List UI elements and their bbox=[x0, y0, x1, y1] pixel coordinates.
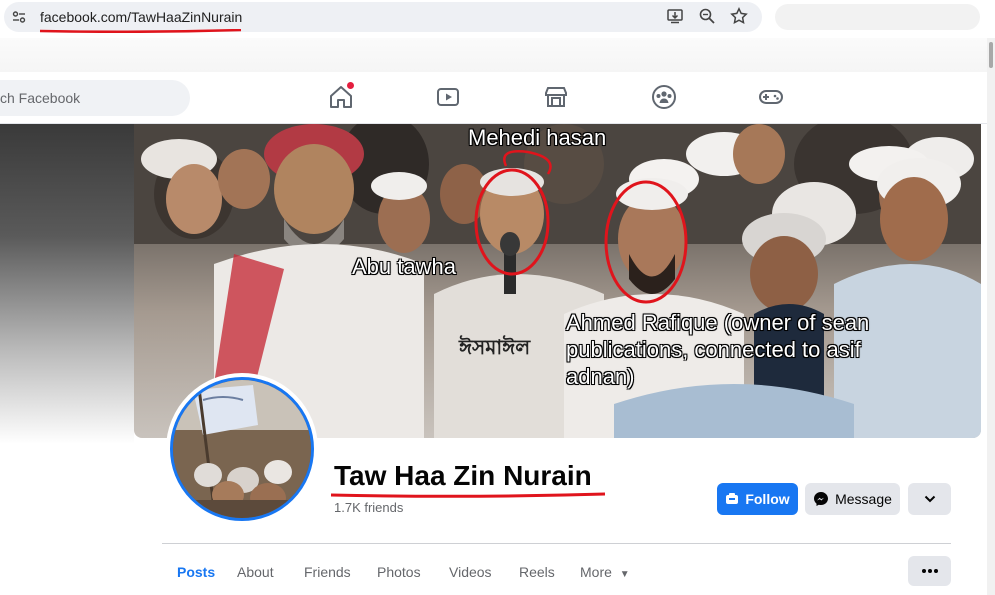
message-label: Message bbox=[835, 491, 892, 507]
address-bar[interactable]: facebook.com/TawHaaZinNurain bbox=[4, 2, 762, 33]
tab-posts[interactable]: Posts bbox=[177, 564, 215, 580]
name-red-underline bbox=[331, 492, 605, 498]
cover-side-shade bbox=[0, 124, 134, 444]
annotation-ahmed-line3: adnan) bbox=[566, 364, 635, 389]
search-input[interactable]: ch Facebook bbox=[0, 80, 190, 116]
zoom-icon[interactable] bbox=[698, 7, 716, 25]
tab-more[interactable]: More ▼ bbox=[580, 564, 630, 580]
tab-reels[interactable]: Reels bbox=[519, 564, 555, 580]
install-app-icon[interactable] bbox=[666, 7, 684, 25]
groups-icon[interactable] bbox=[651, 84, 677, 110]
tab-about[interactable]: About bbox=[237, 564, 274, 580]
ellipsis-icon bbox=[921, 569, 938, 573]
messenger-icon bbox=[814, 492, 829, 506]
follow-label: Follow bbox=[745, 491, 790, 507]
annotation-abu: Abu tawha bbox=[352, 254, 456, 279]
follow-icon bbox=[726, 493, 739, 504]
notification-dot bbox=[347, 82, 354, 89]
message-button[interactable]: Message bbox=[805, 483, 900, 515]
friend-count[interactable]: 1.7K friends bbox=[334, 500, 403, 515]
browser-toolbar: facebook.com/TawHaaZinNurain bbox=[0, 0, 995, 38]
watch-icon[interactable] bbox=[435, 84, 461, 110]
tab-videos[interactable]: Videos bbox=[449, 564, 492, 580]
bookmark-star-icon[interactable] bbox=[730, 7, 748, 25]
marketplace-icon[interactable] bbox=[543, 84, 569, 110]
blurred-bookmarks-bar bbox=[0, 38, 995, 72]
facebook-header: ch Facebook bbox=[0, 72, 987, 124]
url-red-underline bbox=[40, 29, 241, 33]
gaming-icon[interactable] bbox=[758, 84, 784, 110]
tab-more-label: More bbox=[580, 564, 612, 580]
tabs-more-button[interactable] bbox=[908, 556, 951, 586]
cover-sign-text: ঈসমাঈল bbox=[458, 334, 531, 359]
section-divider bbox=[162, 543, 951, 544]
annotation-mehedi: Mehedi hasan bbox=[468, 125, 607, 150]
scrollbar-track[interactable] bbox=[987, 38, 995, 595]
search-placeholder: ch Facebook bbox=[0, 90, 81, 106]
url-text[interactable]: facebook.com/TawHaaZinNurain bbox=[40, 9, 242, 25]
annotation-ahmed-line1: Ahmed Rafique (owner of sean bbox=[566, 310, 870, 335]
more-options-dropdown[interactable] bbox=[908, 483, 951, 515]
site-settings-icon[interactable] bbox=[12, 10, 26, 24]
avatar-image bbox=[173, 380, 311, 518]
tab-friends[interactable]: Friends bbox=[304, 564, 351, 580]
annotation-ahmed-line2: publications, connected to asif bbox=[566, 337, 861, 362]
chevron-down-icon bbox=[924, 495, 935, 503]
tab-photos[interactable]: Photos bbox=[377, 564, 421, 580]
scrollbar-thumb[interactable] bbox=[989, 42, 993, 68]
caret-down-icon: ▼ bbox=[619, 569, 630, 580]
profile-avatar[interactable] bbox=[170, 377, 314, 521]
follow-button[interactable]: Follow bbox=[717, 483, 798, 515]
profile-name: Taw Haa Zin Nurain bbox=[334, 460, 592, 491]
blurred-region bbox=[775, 4, 980, 30]
